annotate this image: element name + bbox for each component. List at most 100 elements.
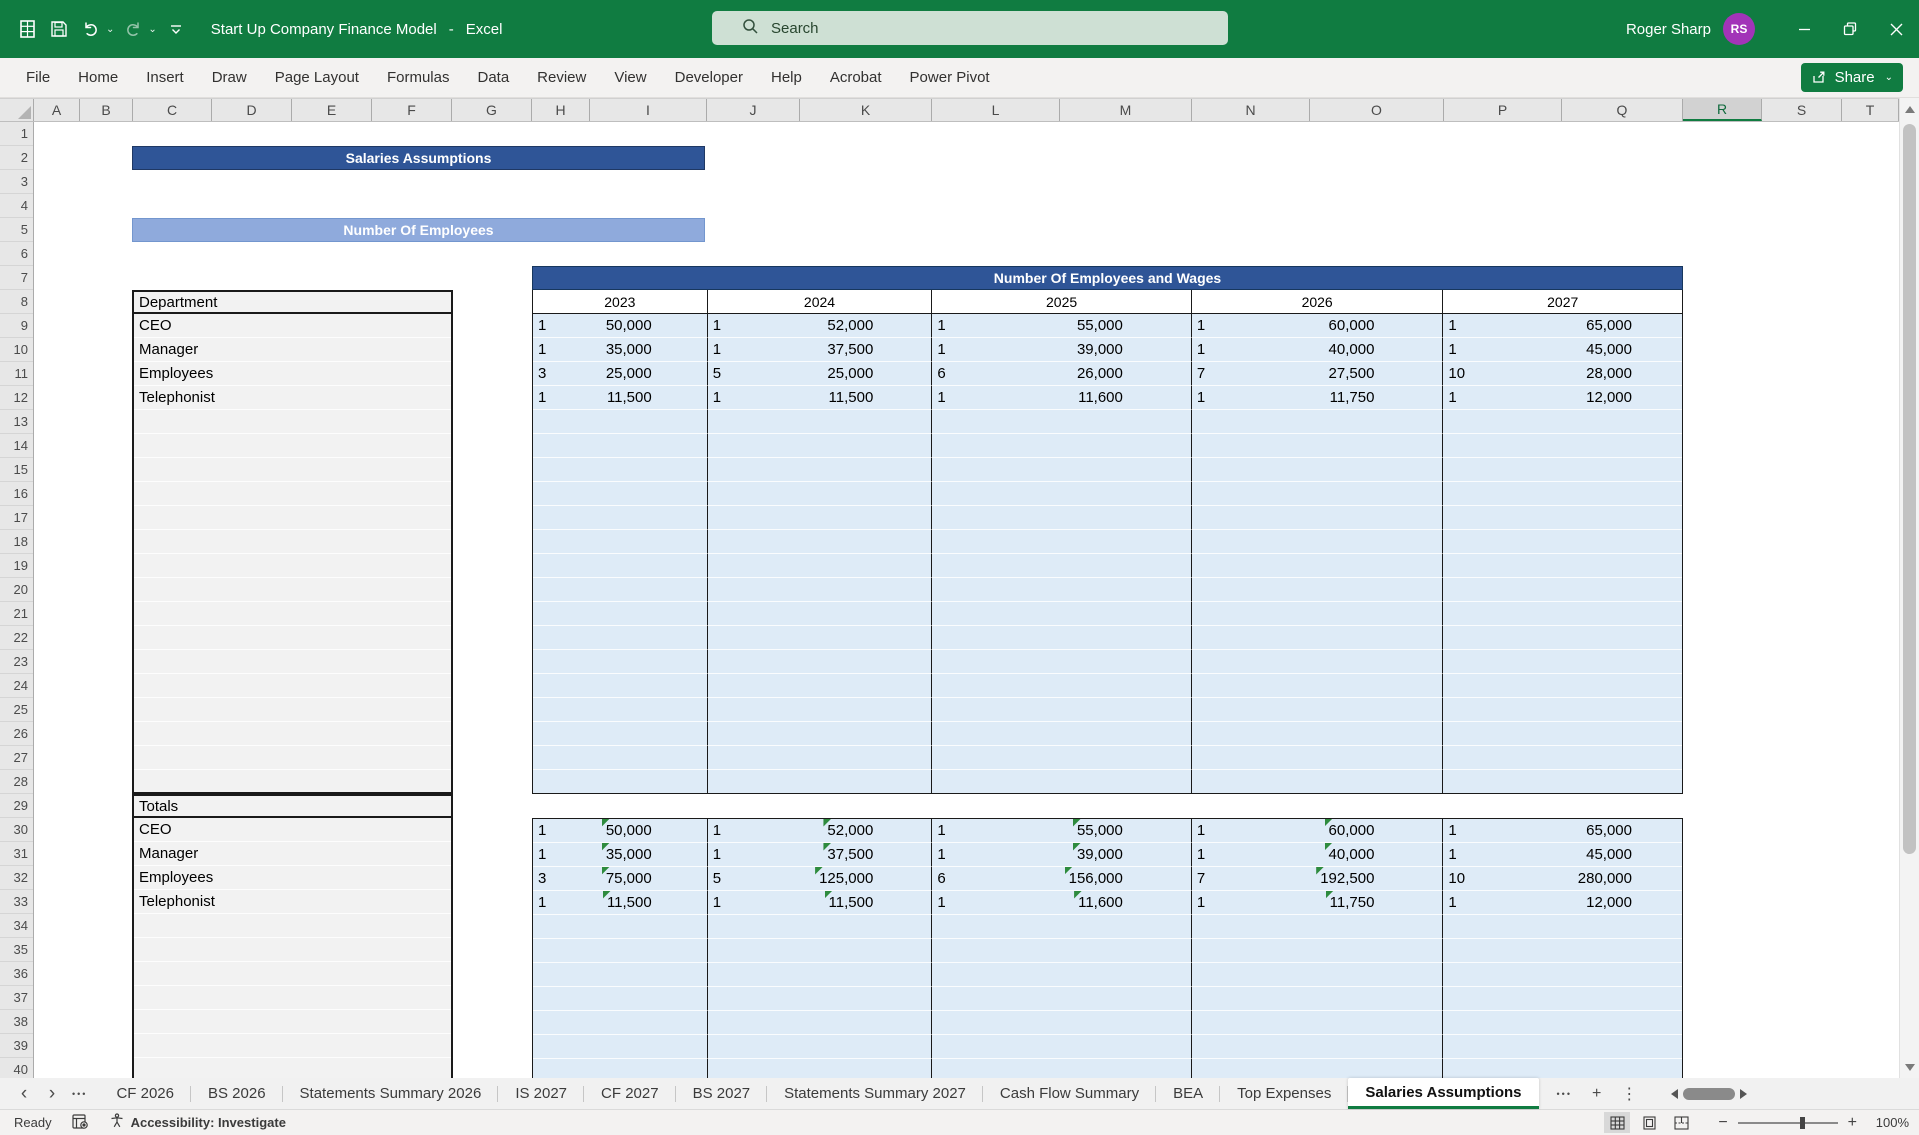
cell-count[interactable] [932, 987, 989, 1010]
cell-wage[interactable] [765, 939, 874, 962]
cell-group-2025[interactable] [932, 722, 1192, 746]
cell-department-ceo[interactable]: CEO [134, 314, 451, 338]
vertical-scrollbar[interactable] [1899, 98, 1919, 1078]
cell-wage[interactable]: 55,000 [989, 819, 1123, 842]
cell-wage[interactable] [1249, 530, 1375, 553]
cell-count[interactable]: 1 [533, 338, 590, 361]
cell-count[interactable] [708, 434, 765, 457]
cell-count[interactable] [1443, 939, 1500, 962]
cell-count[interactable] [708, 722, 765, 745]
row-header-25[interactable]: 25 [0, 698, 33, 722]
cell-department-employees[interactable]: Employees [134, 362, 451, 386]
column-header-P[interactable]: P [1444, 99, 1562, 121]
cell-group-2023[interactable] [533, 939, 708, 963]
cell-group-2024[interactable] [707, 722, 933, 746]
cell-group-2025[interactable] [932, 554, 1192, 578]
cell-wage[interactable]: 60,000 [1249, 819, 1375, 842]
cell-wage[interactable] [1249, 722, 1375, 745]
cell-department-empty-18[interactable] [134, 746, 451, 770]
cell-group-2023[interactable] [533, 530, 708, 554]
cell-department-empty-14[interactable] [134, 650, 451, 674]
cell-wage[interactable] [765, 698, 874, 721]
cell-group-2025[interactable] [932, 482, 1192, 506]
cell-wage[interactable]: 11,750 [1249, 891, 1375, 914]
row-header-30[interactable]: 30 [0, 818, 33, 842]
cell-count[interactable] [533, 410, 590, 433]
cell-group-2027[interactable] [1443, 939, 1682, 963]
cell-group-2024[interactable] [708, 770, 933, 793]
cell-count[interactable] [533, 554, 590, 577]
cell-count[interactable] [932, 578, 989, 601]
cell-group-2023[interactable] [533, 482, 708, 506]
ribbon-tab-formulas[interactable]: Formulas [373, 58, 464, 97]
cell-wage[interactable] [590, 602, 652, 625]
cell-count[interactable] [533, 626, 590, 649]
ribbon-tab-review[interactable]: Review [523, 58, 600, 97]
sheet-more-icon[interactable]: ••• [72, 1089, 87, 1099]
cell-count[interactable] [932, 963, 989, 986]
cell-group-2023[interactable] [533, 458, 708, 482]
year-header-2027[interactable]: 2027 [1443, 290, 1682, 313]
cell-salaries-assumptions-banner[interactable]: Salaries Assumptions [132, 146, 705, 170]
user-avatar[interactable]: RS [1723, 13, 1755, 45]
cell-count[interactable] [1443, 578, 1500, 601]
sheet-tab-bs-2027[interactable]: BS 2027 [676, 1078, 768, 1109]
cell-group-2025[interactable] [932, 1059, 1192, 1078]
cell-group-2023[interactable] [533, 674, 708, 698]
cell-group-2026[interactable] [1191, 554, 1444, 578]
cell-totals-telephonist[interactable]: Telephonist [134, 890, 451, 914]
row-header-11[interactable]: 11 [0, 362, 33, 386]
undo-button[interactable] [78, 16, 104, 42]
cell-wage[interactable]: 26,000 [989, 362, 1123, 385]
cell-count[interactable]: 1 [1443, 314, 1500, 337]
cell-wage[interactable] [1500, 506, 1632, 529]
cell-group-2025[interactable] [932, 963, 1192, 987]
cell-wage[interactable] [590, 963, 652, 986]
column-header-R[interactable]: R [1683, 99, 1762, 121]
sheet-tab-statements-summary-2027[interactable]: Statements Summary 2027 [767, 1078, 983, 1109]
row-header-8[interactable]: 8 [0, 290, 33, 314]
cell-count[interactable]: 3 [533, 867, 590, 890]
cell-group-2027[interactable] [1443, 410, 1682, 434]
cell-wage[interactable]: 52,000 [765, 314, 873, 337]
cell-group-2027[interactable] [1443, 698, 1682, 722]
cell-group-2026[interactable] [1192, 770, 1444, 793]
cell-count[interactable] [1443, 434, 1500, 457]
cell-group-2025[interactable] [932, 698, 1192, 722]
cell-totals-empty-4[interactable] [134, 914, 451, 938]
cell-group-2025[interactable]: 1 11,600 [932, 386, 1192, 410]
cell-wage[interactable]: 65,000 [1500, 314, 1632, 337]
cell-wage[interactable] [1500, 434, 1632, 457]
cell-count[interactable] [1192, 987, 1249, 1010]
cell-count[interactable] [533, 650, 590, 673]
macro-record-icon[interactable] [71, 1113, 89, 1132]
cell-group-2027[interactable]: 1 65,000 [1443, 314, 1682, 338]
cell-totals-empty-6[interactable] [134, 962, 451, 986]
cell-count[interactable] [932, 410, 989, 433]
cell-wage[interactable] [1500, 963, 1632, 986]
cell-count[interactable]: 1 [1443, 386, 1500, 409]
cell-wage[interactable]: 11,600 [989, 386, 1123, 409]
cell-count[interactable] [1443, 650, 1500, 673]
cell-group-2025[interactable] [932, 578, 1192, 602]
cell-wage[interactable] [590, 626, 652, 649]
cell-group-2026[interactable] [1191, 1035, 1444, 1059]
cell-count[interactable] [533, 458, 590, 481]
cell-wage[interactable] [1249, 602, 1375, 625]
cell-count[interactable] [932, 1059, 989, 1078]
cell-count[interactable] [1443, 915, 1500, 938]
cell-group-2023[interactable] [533, 554, 708, 578]
cell-wage[interactable] [590, 506, 652, 529]
row-header-34[interactable]: 34 [0, 914, 33, 938]
cell-count[interactable] [708, 650, 765, 673]
cell-count[interactable] [708, 1035, 765, 1058]
cell-department-empty-10[interactable] [134, 554, 451, 578]
cell-group-2027[interactable]: 1 65,000 [1443, 819, 1682, 843]
sheet-tab-salaries-assumptions[interactable]: Salaries Assumptions [1348, 1078, 1539, 1109]
cell-wage[interactable] [1500, 674, 1632, 697]
column-header-F[interactable]: F [372, 99, 452, 121]
cell-department-empty-7[interactable] [134, 482, 451, 506]
cell-count[interactable]: 1 [1443, 843, 1500, 866]
cell-wage[interactable] [989, 554, 1123, 577]
cell-wage[interactable] [1500, 722, 1632, 745]
